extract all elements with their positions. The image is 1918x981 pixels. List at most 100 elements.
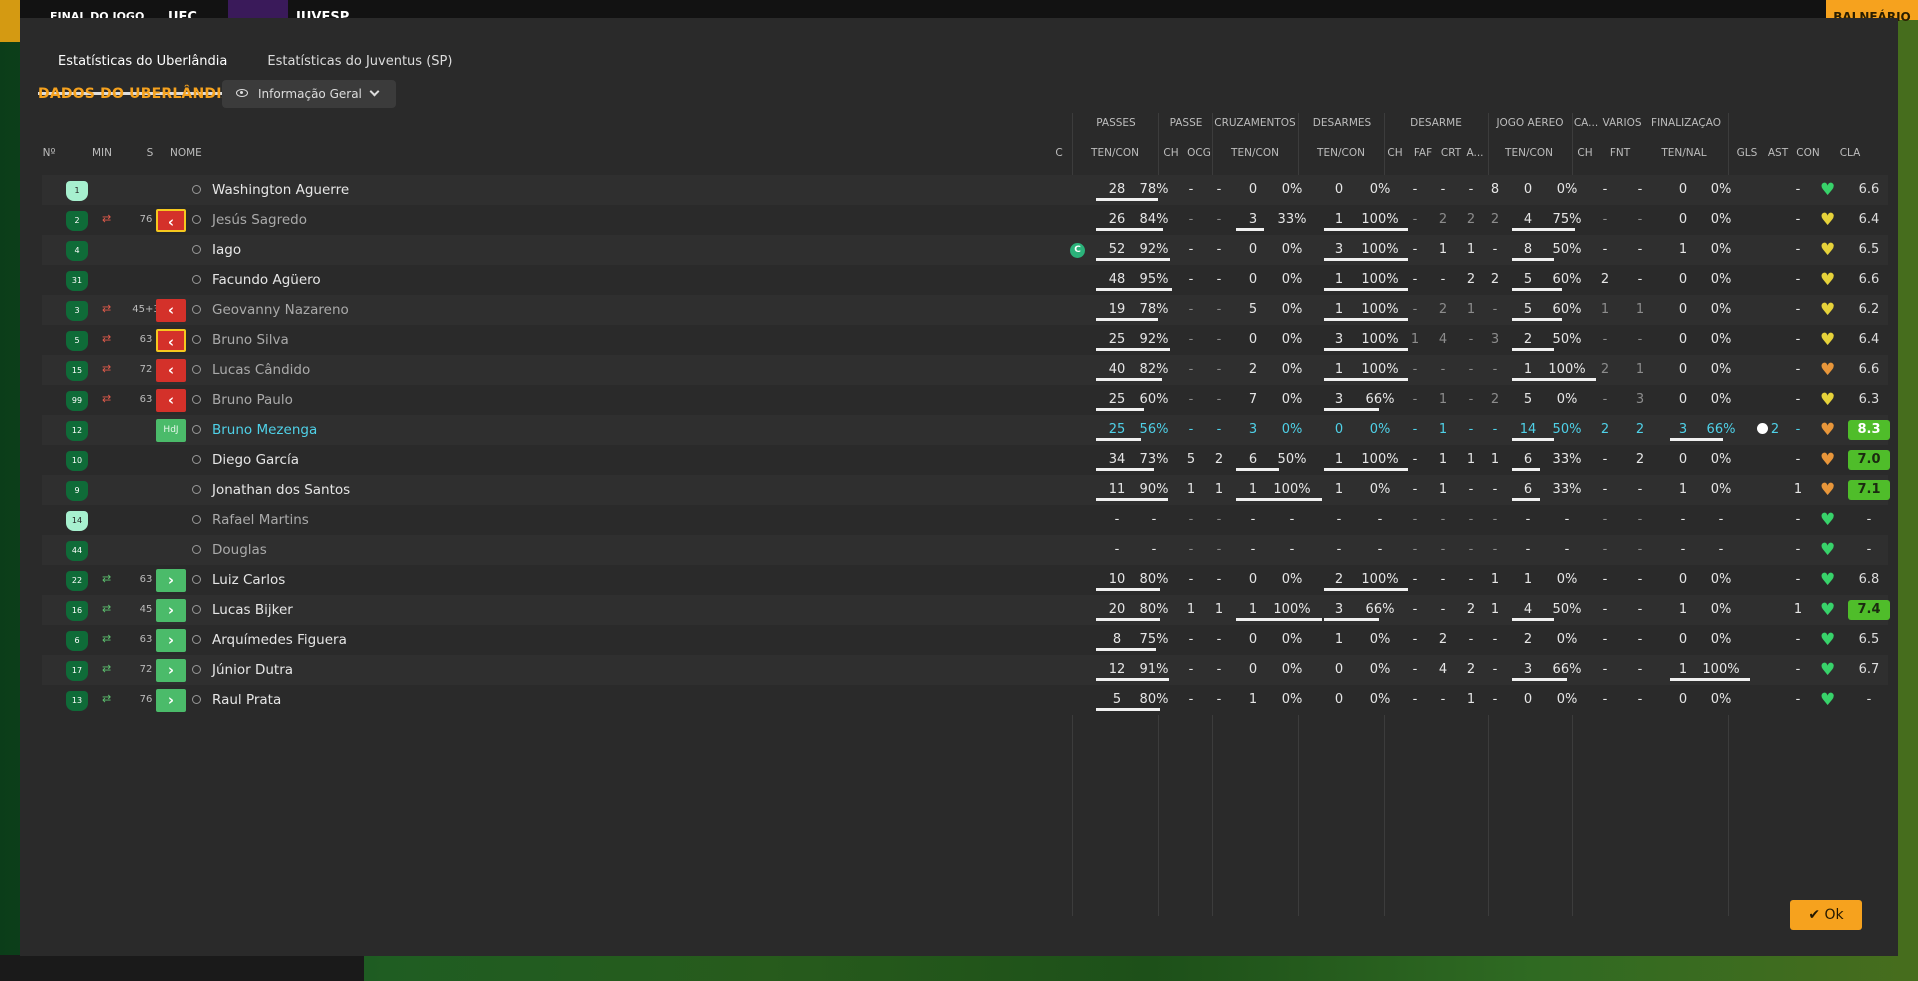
column-header[interactable]: CLA [1830, 147, 1870, 159]
player-row[interactable]: 10 Diego García 34 73% 5 2 6 50% 1 100% -1 1 1 6 33% -2… [42, 445, 1890, 475]
player-profile-icon[interactable] [192, 695, 201, 704]
player-row[interactable]: 17 ⇄ 72 › Júnior Dutra 12 91% - -0 0% 0 0% -4 2-3 66% -… [42, 655, 1888, 685]
player-name[interactable]: Geovanny Nazareno [212, 295, 349, 325]
success-bar [1096, 708, 1160, 711]
column-header[interactable]: CRT [1438, 147, 1464, 159]
column-header[interactable]: MIN [90, 147, 114, 159]
stat-cell: 0% [1281, 422, 1303, 437]
player-name[interactable]: Lucas Cândido [212, 355, 310, 385]
player-profile-icon[interactable] [192, 305, 201, 314]
group-header: FINALIZAÇÃO [1651, 117, 1721, 129]
player-profile-icon[interactable] [192, 215, 201, 224]
player-name[interactable]: Jonathan dos Santos [212, 475, 350, 505]
player-profile-icon[interactable] [192, 605, 201, 614]
player-name[interactable]: Júnior Dutra [212, 655, 293, 685]
player-name[interactable]: Washington Aguerre [212, 175, 349, 205]
player-profile-icon[interactable] [192, 635, 201, 644]
stat-cell: - [1412, 482, 1418, 497]
player-profile-icon[interactable] [192, 245, 201, 254]
player-profile-icon[interactable] [192, 395, 201, 404]
column-header[interactable]: S [144, 147, 156, 159]
column-header[interactable]: Nº [40, 147, 58, 159]
column-header[interactable]: TEN/CON [1302, 147, 1380, 159]
player-row[interactable]: 31 Facundo Agüero 48 95% - -0 0% 1 100% - -2 2 5 60% 2… [42, 265, 1888, 295]
column-header[interactable]: AST [1764, 147, 1792, 159]
player-profile-icon[interactable] [192, 185, 201, 194]
stat-cell: - [1468, 632, 1474, 647]
player-row[interactable]: 14 Rafael Martins - - - - - - - - - - - - - - - - - - - ♥ - [42, 505, 1888, 535]
column-header[interactable]: CH [1386, 147, 1404, 159]
player-row[interactable]: 5 ⇄ 63 ‹ Bruno Silva 25 92% - -0 0% 3 100% 1 4-3 2 50% -… [42, 325, 1888, 355]
player-row[interactable]: 1 Washington Aguerre 28 78% - -0 0% 0 0% - - -8 0 0% -… [42, 175, 1888, 205]
column-header[interactable]: TEN/CON [1078, 147, 1152, 159]
column-header[interactable]: A... [1464, 147, 1486, 159]
stat-cell: - [1492, 302, 1498, 317]
player-row[interactable]: 9 Jonathan dos Santos 11 90% 1 1 1 100% 1 0% -1- -6… [42, 475, 1890, 505]
player-name[interactable]: Bruno Silva [212, 325, 289, 355]
player-row[interactable]: 99 ⇄ 63 ‹ Bruno Paulo 25 60% - -7 0% 3 66% -1-2 5 0% -3… [42, 385, 1888, 415]
player-row[interactable]: 2 ⇄ 76 ‹ Jesús Sagredo 26 84% - -3 33% 1 100% -2 2 2 4 7… [42, 205, 1888, 235]
column-header[interactable]: GLS [1732, 147, 1762, 159]
stat-cell: 3 [1635, 392, 1645, 407]
column-header[interactable]: FAF [1410, 147, 1436, 159]
view-dropdown[interactable]: Informação Geral [222, 80, 396, 108]
player-name[interactable]: Douglas [212, 535, 267, 565]
player-profile-icon[interactable] [192, 545, 201, 554]
player-name[interactable]: Rafael Martins [212, 505, 309, 535]
column-header[interactable]: CH [1574, 147, 1596, 159]
stat-cell: - [1440, 542, 1446, 557]
player-of-match-badge: HdJ [156, 419, 186, 442]
stat-cell: - [1637, 272, 1643, 287]
column-header[interactable]: OCG [1186, 147, 1212, 159]
column-header[interactable]: TEN/NAL [1646, 147, 1722, 159]
column-header[interactable]: TEN/CON [1216, 147, 1294, 159]
stat-cell: - [1602, 182, 1608, 197]
player-profile-icon[interactable] [192, 665, 201, 674]
dressing-room-button[interactable]: BALNEÁRIO [1826, 0, 1918, 24]
player-name[interactable]: Diego García [212, 445, 299, 475]
player-profile-icon[interactable] [192, 275, 201, 284]
player-name[interactable]: Iago [212, 235, 241, 265]
player-name[interactable]: Bruno Paulo [212, 385, 293, 415]
column-header[interactable]: FNT [1604, 147, 1636, 159]
player-row[interactable]: 44 Douglas - - - - - - - - - - - - - - - - - - - ♥ - [42, 535, 1888, 565]
player-row[interactable]: 15 ⇄ 72 ‹ Lucas Cândido 40 82% - -2 0% 1 100% - - - -1 1… [42, 355, 1888, 385]
column-header[interactable]: C [1050, 147, 1068, 159]
player-name[interactable]: Jesús Sagredo [212, 205, 307, 235]
player-name[interactable]: Arquímedes Figuera [212, 625, 347, 655]
player-profile-icon[interactable] [192, 575, 201, 584]
stat-cell: - [1188, 272, 1194, 287]
stat-cell: 0 [1678, 332, 1688, 347]
stat-cell: 1 [1678, 242, 1688, 257]
column-header[interactable]: CON [1792, 147, 1824, 159]
player-profile-icon[interactable] [192, 455, 201, 464]
player-row[interactable]: 16 ⇄ 45 › Lucas Bijker 20 80% 1 1 1 100% 3 66% - -2 1 4 5… [42, 595, 1890, 625]
sub-in-badge: › [156, 569, 186, 592]
success-bar [1096, 348, 1170, 351]
player-row[interactable]: 12 HdJ Bruno Mezenga 25 56% - -3 0% 0 0% -1- -14 50%… [42, 415, 1890, 445]
player-profile-icon[interactable] [192, 335, 201, 344]
player-name[interactable]: Lucas Bijker [212, 595, 293, 625]
player-row[interactable]: 6 ⇄ 63 › Arquímedes Figuera 8 75% - -0 0% 1 0% -2- -2… [42, 625, 1888, 655]
ok-button[interactable]: ✔ Ok [1790, 900, 1862, 930]
success-bar [1324, 228, 1408, 231]
player-row[interactable]: 3 ⇄ 45+3 ‹ Geovanny Nazareno 19 78% - -5 0% 1 100% -… [42, 295, 1888, 325]
player-profile-icon[interactable] [192, 485, 201, 494]
player-row[interactable]: 13 ⇄ 76 › Raul Prata 5 80% - -1 0% 0 0% - -1-0 0% - -0 0%… [42, 685, 1888, 715]
column-header[interactable]: CH [1162, 147, 1180, 159]
stat-cell: - [1795, 662, 1801, 677]
player-name[interactable]: Luiz Carlos [212, 565, 285, 595]
player-profile-icon[interactable] [192, 425, 201, 434]
stat-cell: 1 [1635, 302, 1645, 317]
player-name[interactable]: Facundo Agüero [212, 265, 321, 295]
player-name[interactable]: Raul Prata [212, 685, 281, 715]
stat-cell: - [1637, 212, 1643, 227]
player-profile-icon[interactable] [192, 515, 201, 524]
stat-cell: - [1188, 182, 1194, 197]
column-header[interactable]: NOME [170, 147, 260, 159]
player-name[interactable]: Bruno Mezenga [212, 415, 317, 445]
player-row[interactable]: 22 ⇄ 63 › Luiz Carlos 10 80% - -0 0% 2 100% - - -1 1 0% -… [42, 565, 1888, 595]
player-profile-icon[interactable] [192, 365, 201, 374]
player-row[interactable]: 4 Iago C 52 92% - -0 0% 3 100% -1 1-8 50% - -1 0% - ♥ 6.5 [42, 235, 1888, 265]
column-header[interactable]: TEN/CON [1490, 147, 1568, 159]
